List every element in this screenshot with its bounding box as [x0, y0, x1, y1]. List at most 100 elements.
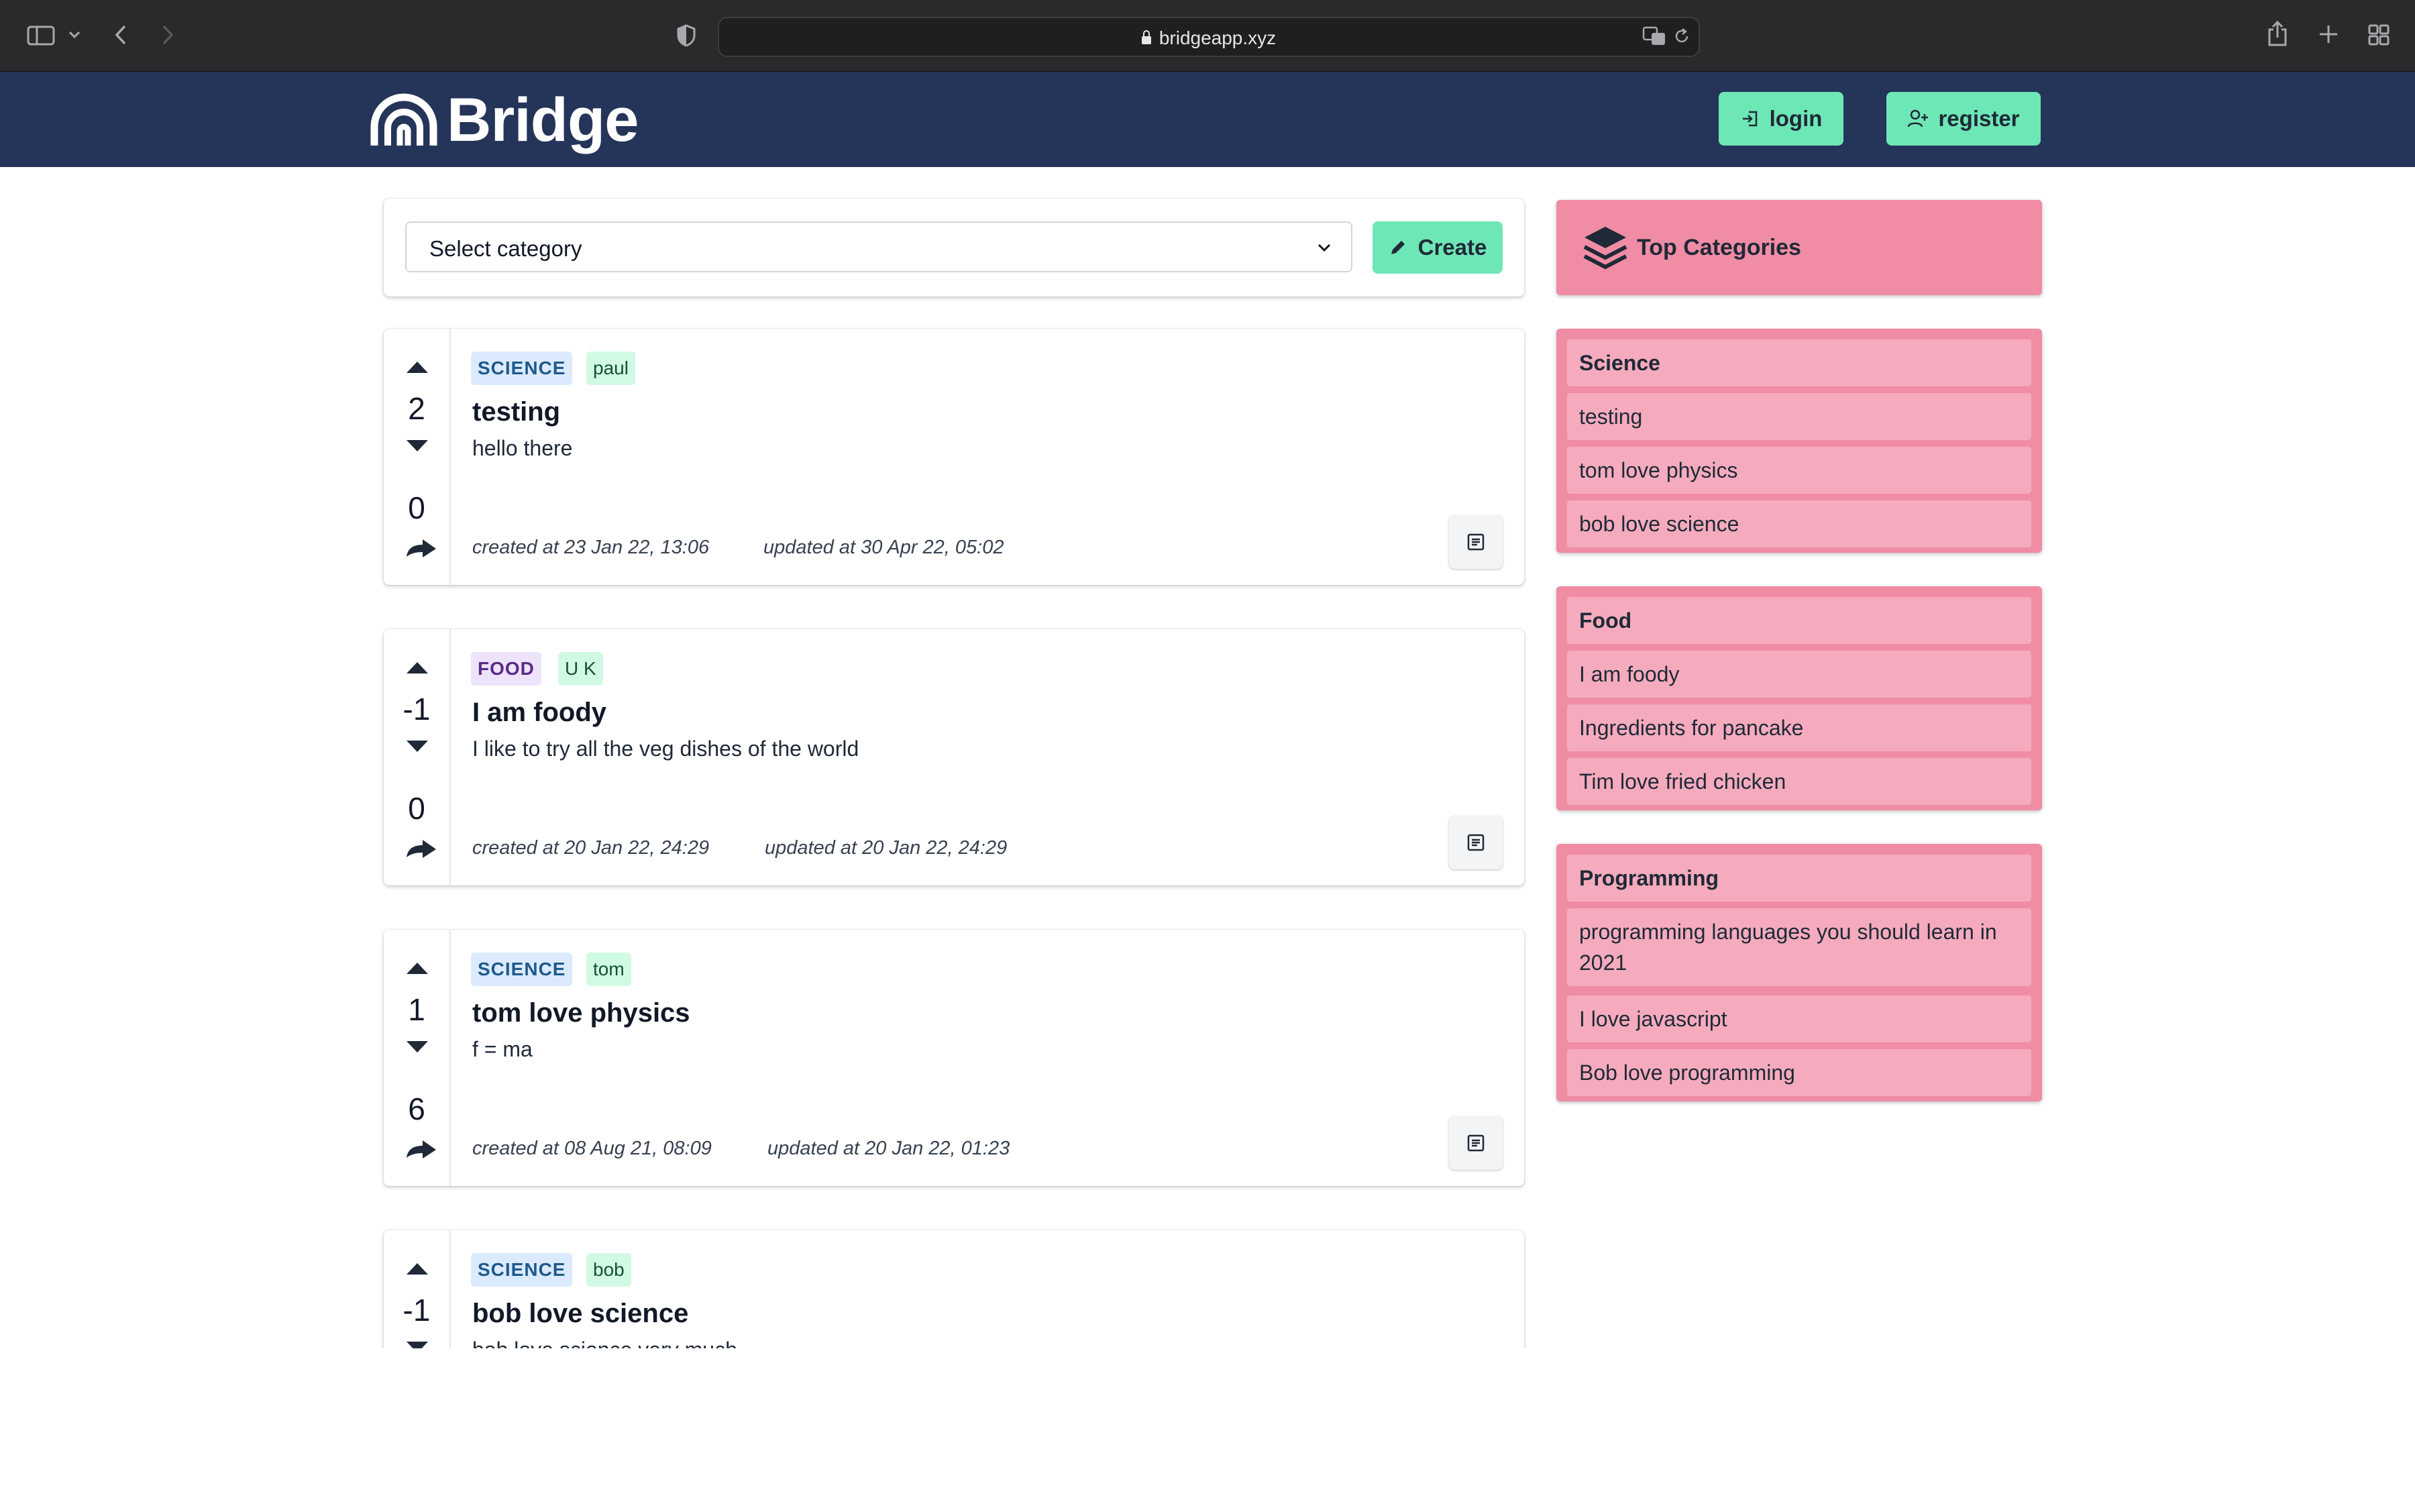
vote-score: 2	[408, 391, 425, 426]
category-badge[interactable]: SCIENCE	[471, 953, 573, 986]
updated-timestamp: updated at 30 Apr 22, 05:02	[763, 537, 1004, 558]
comment-icon	[1467, 834, 1485, 851]
pencil-icon	[1391, 241, 1405, 254]
category-select-value: Select category	[429, 236, 582, 261]
category-group-title[interactable]: Programming	[1567, 855, 2031, 902]
chevron-down-icon[interactable]	[68, 31, 80, 39]
register-label: register	[1938, 106, 2020, 131]
user-badge[interactable]: tom	[586, 953, 631, 986]
category-link[interactable]: tom love physics	[1567, 447, 2031, 494]
brand-name: Bridge	[447, 85, 639, 154]
share-arrow-icon[interactable]	[405, 1139, 437, 1159]
add-user-icon	[1908, 109, 1929, 127]
browser-toolbar: bridgeapp.xyz	[0, 0, 2415, 72]
comment-count: 0	[408, 490, 425, 525]
category-link[interactable]: Bob love programming	[1567, 1049, 2031, 1096]
post-title[interactable]: testing	[472, 397, 560, 427]
chevron-down-icon	[1318, 244, 1331, 252]
brand-logo[interactable]: Bridge	[370, 86, 639, 154]
comment-icon	[1467, 533, 1485, 551]
login-label: login	[1769, 106, 1823, 131]
category-link[interactable]: Ingredients for pancake	[1567, 704, 2031, 751]
share-arrow-icon[interactable]	[405, 839, 437, 859]
tabs-overview-icon[interactable]	[2368, 24, 2390, 46]
user-badge[interactable]: bob	[586, 1253, 631, 1287]
post-text: hello there	[472, 436, 573, 460]
create-button[interactable]: Create	[1373, 221, 1503, 274]
upvote-icon[interactable]	[405, 961, 429, 975]
category-link[interactable]: programming languages you should learn i…	[1567, 908, 2031, 986]
top-categories-header: Top Categories	[1556, 200, 2042, 295]
upvote-icon[interactable]	[405, 1261, 429, 1276]
post-card: 1 6 SCIENCE tom tom love physics f = ma …	[384, 930, 1524, 1186]
category-group-title[interactable]: Food	[1567, 597, 2031, 644]
category-link[interactable]: testing	[1567, 393, 2031, 440]
comments-button[interactable]	[1449, 1116, 1503, 1170]
downvote-icon[interactable]	[405, 1040, 429, 1055]
sidebar-icon[interactable]	[27, 25, 55, 46]
filter-toolbar: Select category Create	[384, 199, 1524, 296]
category-group-title[interactable]: Science	[1567, 339, 2031, 386]
post-card: 2 0 SCIENCE paul testing hello there cre…	[384, 329, 1524, 585]
category-link[interactable]: Tim love fried chicken	[1567, 758, 2031, 805]
vote-column: -1 0	[384, 629, 451, 885]
share-icon[interactable]	[2267, 20, 2288, 47]
url-text: bridgeapp.xyz	[1159, 28, 1277, 48]
layers-icon	[1583, 227, 1627, 270]
upvote-icon[interactable]	[405, 360, 429, 374]
comments-button[interactable]	[1449, 816, 1503, 869]
new-tab-icon[interactable]	[2318, 24, 2339, 44]
post-body: FOOD U K I am foody I like to try all th…	[471, 629, 1524, 885]
app-header: Bridge login register	[0, 72, 2415, 167]
category-badge[interactable]: SCIENCE	[471, 1253, 573, 1287]
vote-score: -1	[402, 1293, 431, 1328]
vote-column: 1 6	[384, 930, 451, 1186]
vote-score: -1	[402, 692, 431, 726]
post-body: SCIENCE paul testing hello there created…	[471, 329, 1524, 585]
category-link[interactable]: I love javascript	[1567, 995, 2031, 1042]
post-text: I like to try all the veg dishes of the …	[472, 737, 859, 761]
register-button[interactable]: register	[1886, 92, 2041, 146]
upvote-icon[interactable]	[405, 660, 429, 675]
share-arrow-icon[interactable]	[405, 538, 437, 558]
reload-icon[interactable]	[1673, 28, 1690, 45]
comment-count: 6	[408, 1091, 425, 1126]
category-badge[interactable]: FOOD	[471, 652, 541, 686]
create-label: Create	[1417, 235, 1487, 260]
shield-icon[interactable]	[676, 24, 696, 47]
back-icon[interactable]	[114, 24, 127, 46]
category-group-science: Science testing tom love physics bob lov…	[1556, 329, 2042, 553]
post-text: f = ma	[472, 1037, 533, 1061]
user-badge[interactable]: paul	[586, 352, 635, 385]
login-button[interactable]: login	[1719, 92, 1843, 146]
forward-icon[interactable]	[161, 24, 174, 46]
viewport-bottom	[0, 1348, 2415, 1512]
login-icon	[1742, 111, 1757, 127]
category-select[interactable]: Select category	[405, 221, 1352, 272]
category-badge[interactable]: SCIENCE	[471, 352, 573, 385]
translate-icon[interactable]	[1642, 26, 1666, 46]
comment-count: 0	[408, 791, 425, 826]
bridge-logo-icon	[370, 93, 437, 146]
post-card: -1 0 FOOD U K I am foody I like to try a…	[384, 629, 1524, 885]
post-title[interactable]: I am foody	[472, 698, 606, 728]
downvote-icon[interactable]	[405, 439, 429, 453]
updated-timestamp: updated at 20 Jan 22, 01:23	[767, 1138, 1010, 1159]
category-group-food: Food I am foody Ingredients for pancake …	[1556, 586, 2042, 810]
user-badge[interactable]: U K	[558, 652, 603, 686]
address-bar[interactable]: bridgeapp.xyz	[718, 17, 1700, 57]
category-link[interactable]: bob love science	[1567, 500, 2031, 547]
downvote-icon[interactable]	[405, 739, 429, 754]
vote-column: 2 0	[384, 329, 451, 585]
created-timestamp: created at 23 Jan 22, 13:06	[472, 537, 710, 558]
top-categories-title: Top Categories	[1637, 235, 1801, 260]
post-title[interactable]: bob love science	[472, 1299, 688, 1329]
lock-icon	[1141, 30, 1151, 44]
post-title[interactable]: tom love physics	[472, 998, 690, 1028]
category-link[interactable]: I am foody	[1567, 651, 2031, 698]
created-timestamp: created at 20 Jan 22, 24:29	[472, 837, 710, 859]
vote-score: 1	[408, 992, 425, 1027]
comments-button[interactable]	[1449, 515, 1503, 569]
post-body: SCIENCE tom tom love physics f = ma crea…	[471, 930, 1524, 1186]
updated-timestamp: updated at 20 Jan 22, 24:29	[765, 837, 1008, 859]
